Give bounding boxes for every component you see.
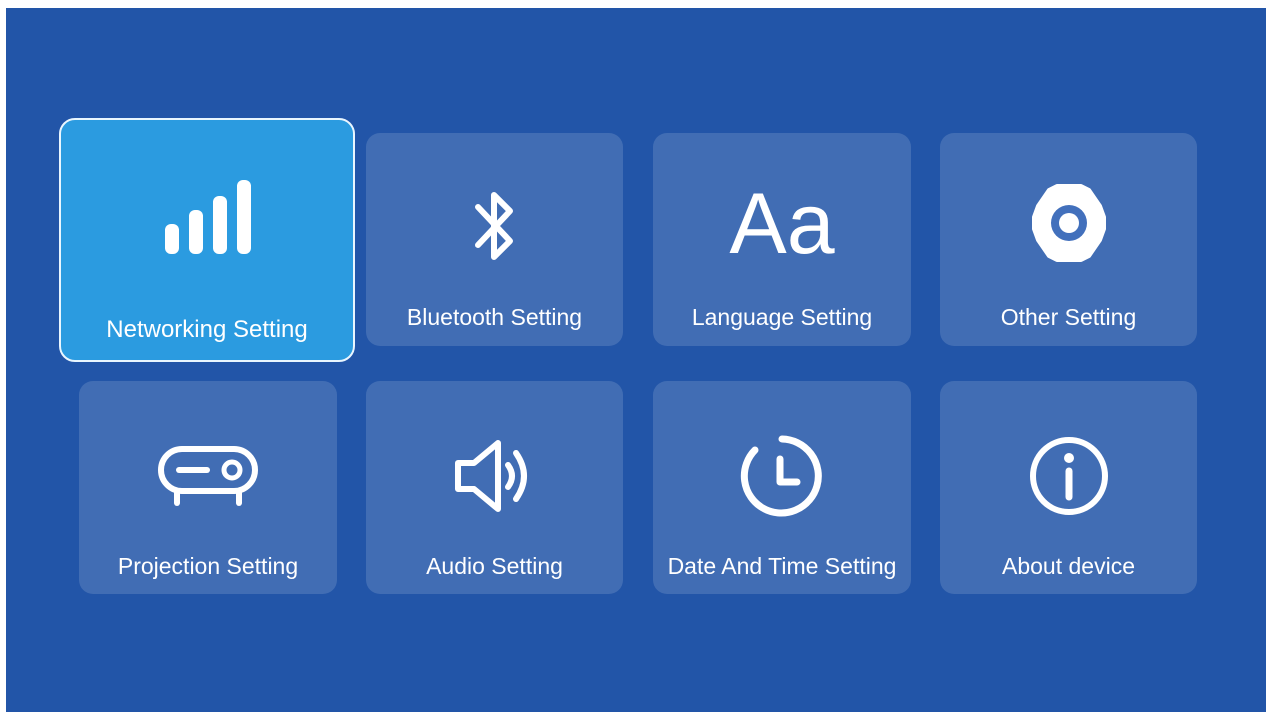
bluetooth-icon — [366, 181, 623, 271]
projector-icon — [79, 439, 337, 509]
tile-label: Audio Setting — [426, 553, 563, 579]
tile-label: Other Setting — [1000, 304, 1137, 330]
gear-icon — [940, 178, 1197, 268]
language-icon-text: Aa — [729, 176, 835, 272]
tile-label: Projection Setting — [117, 553, 299, 579]
info-icon — [940, 431, 1197, 521]
tile-label: Networking Setting — [106, 316, 308, 343]
speaker-icon — [366, 431, 623, 521]
tile-bluetooth-setting[interactable]: Bluetooth Setting — [366, 133, 623, 346]
settings-screen: Networking Setting Bluetooth Setting Aa … — [6, 8, 1266, 712]
tile-date-and-time-setting[interactable]: Date And Time Setting — [653, 381, 911, 594]
tile-projection-setting[interactable]: Projection Setting — [79, 381, 337, 594]
signal-bars-icon — [61, 176, 353, 256]
tile-networking-setting[interactable]: Networking Setting — [59, 118, 355, 362]
tile-other-setting[interactable]: Other Setting — [940, 133, 1197, 346]
tile-label: Bluetooth Setting — [406, 304, 583, 330]
tile-about-device[interactable]: About device — [940, 381, 1197, 594]
tile-label: About device — [1002, 553, 1135, 579]
tile-label: Date And Time Setting — [667, 553, 897, 579]
clock-icon — [653, 431, 911, 521]
language-icon: Aa — [653, 179, 911, 269]
tile-language-setting[interactable]: Aa Language Setting — [653, 133, 911, 346]
tile-audio-setting[interactable]: Audio Setting — [366, 381, 623, 594]
tile-label: Language Setting — [691, 304, 873, 330]
